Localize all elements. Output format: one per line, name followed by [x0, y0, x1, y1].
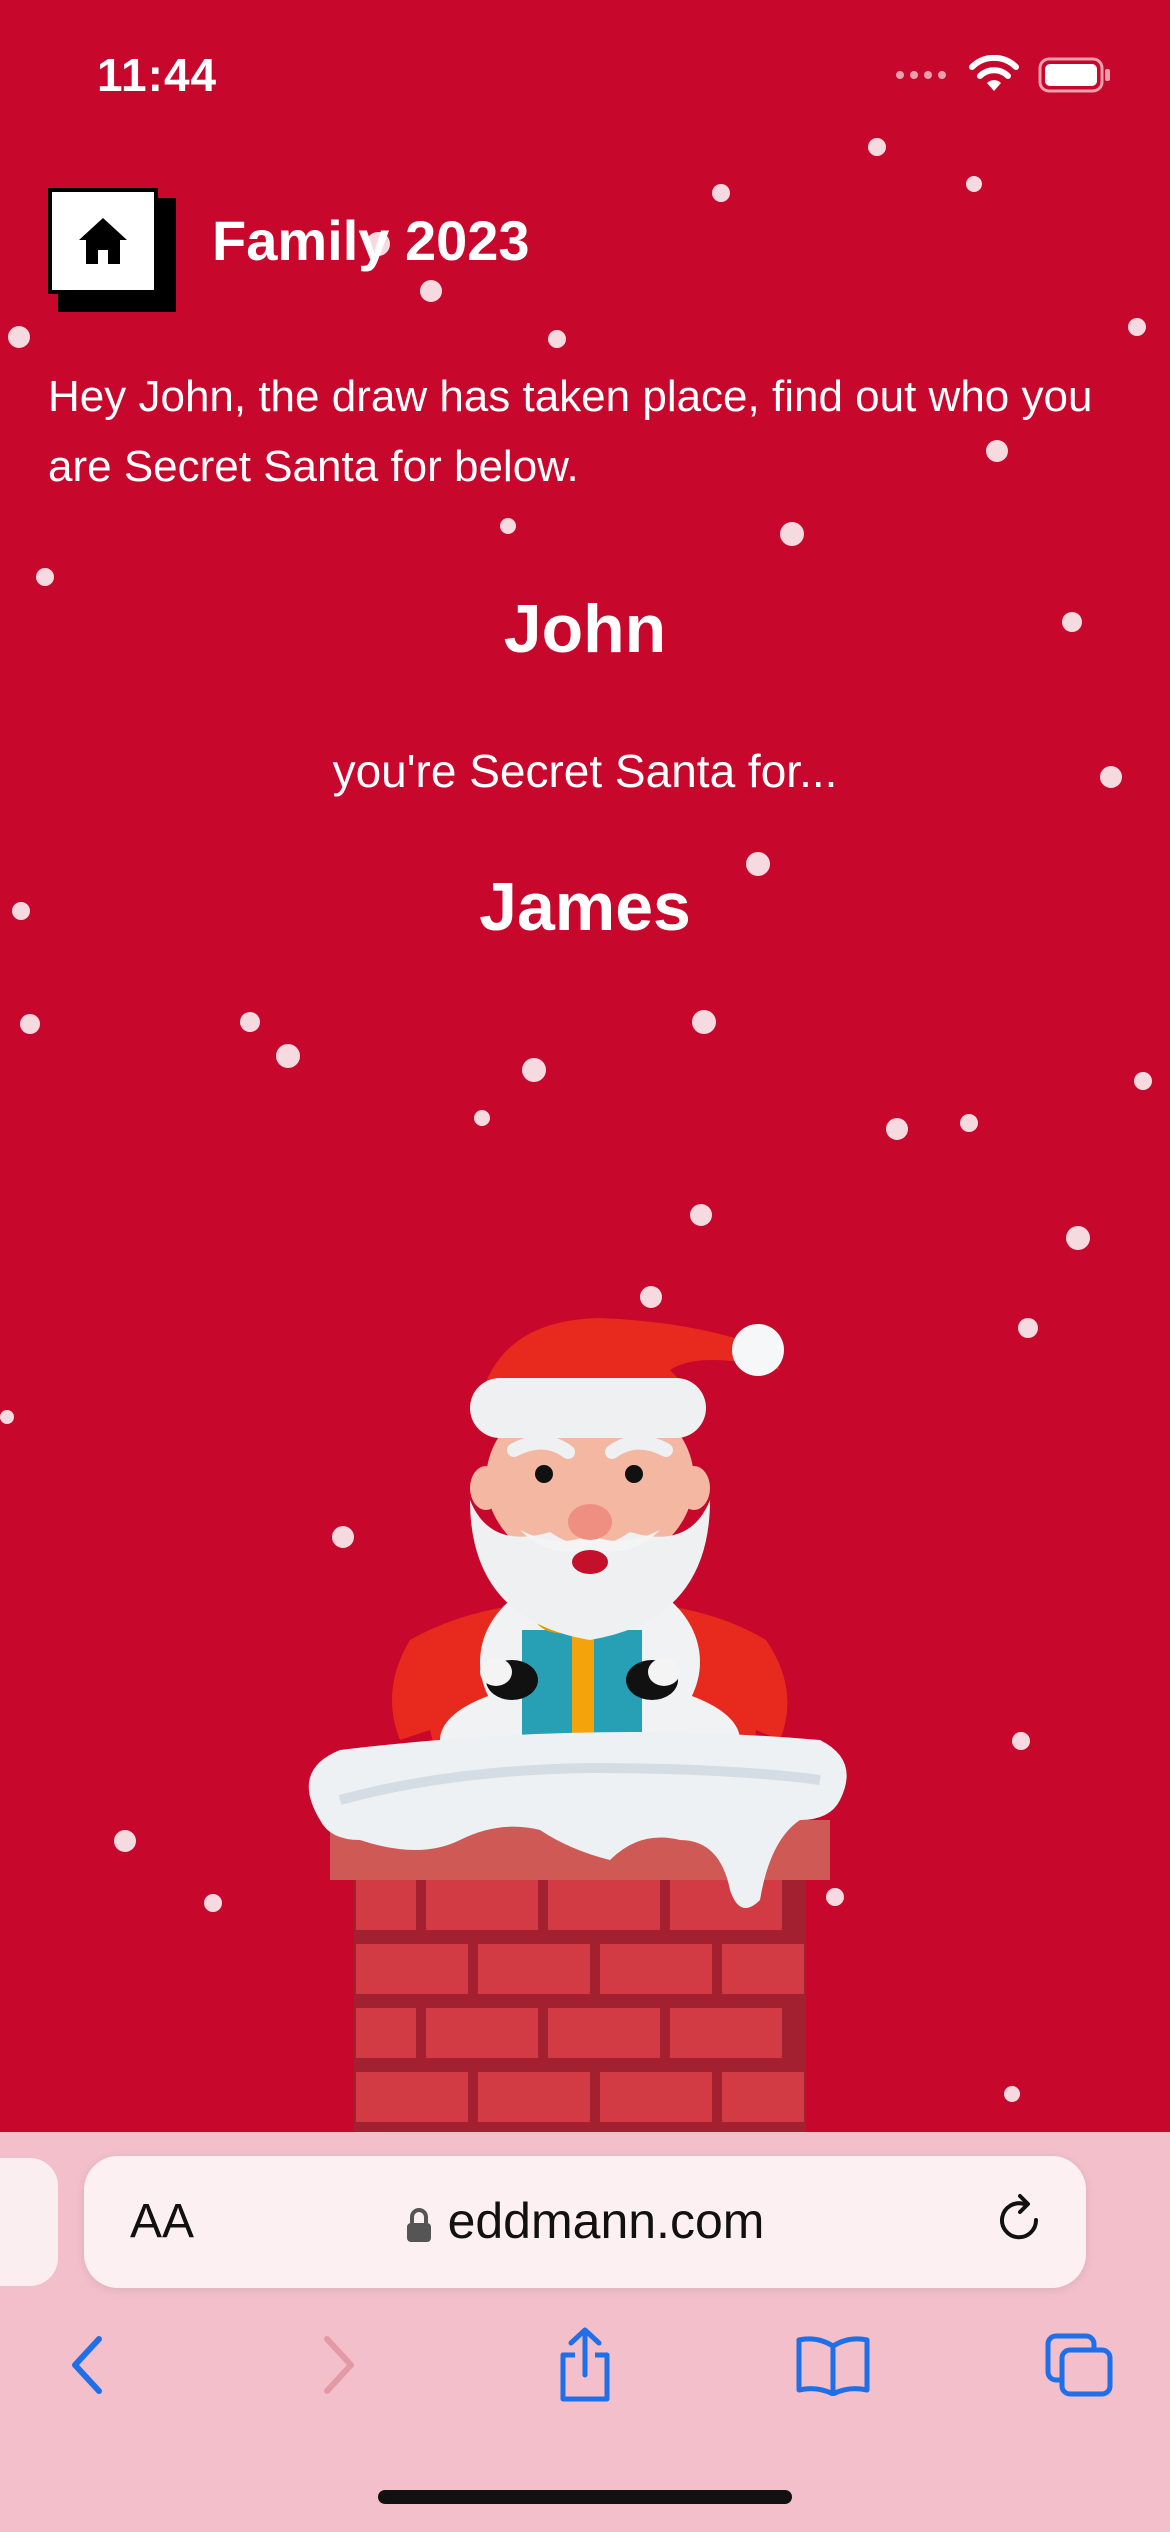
snowflake: [966, 176, 982, 192]
secret-santa-subtitle: you're Secret Santa for...: [332, 745, 838, 797]
previous-tab-preview[interactable]: [0, 2158, 58, 2286]
share-button[interactable]: [540, 2320, 630, 2410]
page-title: Family 2023: [212, 209, 530, 272]
status-icons: [894, 50, 1112, 100]
snowflake: [36, 568, 54, 586]
snowflake: [114, 1830, 136, 1852]
signal-icon: [896, 71, 946, 79]
tabs-button[interactable]: [1034, 2320, 1124, 2410]
reload-icon[interactable]: [994, 2192, 1048, 2252]
snowflake: [8, 326, 30, 348]
forward-button[interactable]: [294, 2320, 384, 2410]
tabs-icon: [1045, 2333, 1113, 2397]
giver-name: John: [503, 591, 667, 667]
snowflake: [1012, 1732, 1030, 1750]
home-button-wrap[interactable]: [48, 188, 176, 312]
address-bar[interactable]: AA eddmann.com: [84, 2156, 1086, 2288]
snowflake: [1128, 318, 1146, 336]
snowflake: [1134, 1072, 1152, 1090]
lock-icon: [406, 2207, 431, 2242]
snowflake: [0, 1410, 14, 1424]
wifi-icon: [969, 55, 1019, 91]
snowflake: [474, 1110, 490, 1126]
chevron-left-icon: [72, 2336, 102, 2394]
snowflake: [1018, 1318, 1038, 1338]
url-text: eddmann.com: [447, 2193, 765, 2249]
snowflake: [886, 1118, 908, 1140]
snowflake: [276, 1044, 300, 1068]
snowflake: [20, 1014, 40, 1034]
battery-icon: [1038, 57, 1110, 93]
snowflake: [240, 1012, 260, 1032]
recipient-name: James: [479, 869, 691, 945]
bookmarks-button[interactable]: [788, 2320, 878, 2410]
intro-text: Hey John, the draw has taken place, find…: [48, 372, 1093, 491]
snowflake: [712, 184, 730, 202]
snowflake: [420, 280, 442, 302]
snowflake: [1066, 1226, 1090, 1250]
status-time: 11:44: [97, 49, 218, 101]
home-icon: [79, 218, 127, 264]
url-display[interactable]: eddmann.com: [84, 2192, 1086, 2250]
snowflake: [1004, 2086, 1020, 2102]
snowflake: [548, 330, 566, 348]
snowflake: [780, 522, 804, 546]
home-indicator[interactable]: [378, 2490, 792, 2504]
snowflake: [960, 1114, 978, 1132]
page: 11:44 Family 2023 Hey John, the draw has…: [0, 0, 1170, 2532]
back-button[interactable]: [42, 2320, 132, 2410]
snowflake: [690, 1204, 712, 1226]
snowflake: [868, 138, 886, 156]
home-button[interactable]: [48, 188, 158, 294]
chevron-right-icon: [324, 2336, 354, 2394]
snowflake: [500, 518, 516, 534]
snowflake: [692, 1010, 716, 1034]
snowflake: [204, 1894, 222, 1912]
book-icon: [796, 2336, 870, 2396]
snowflake: [522, 1058, 546, 1082]
santa-chimney-illustration: [308, 1318, 847, 2140]
share-icon: [560, 2327, 610, 2402]
